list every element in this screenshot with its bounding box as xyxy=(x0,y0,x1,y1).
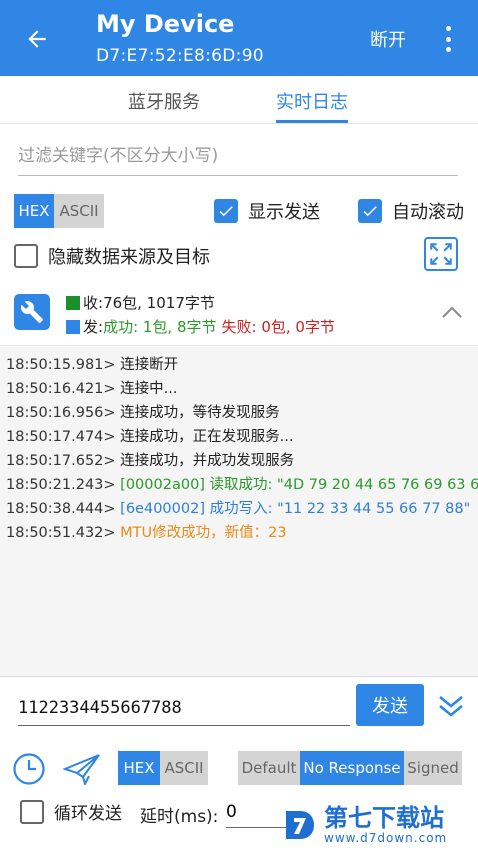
filter-field xyxy=(18,140,458,176)
log-text: [00002a00] 读取成功: "4D 79 20 44 65 76 69 6… xyxy=(120,477,478,493)
log-line: 18:50:16.421> 连接中... xyxy=(6,377,178,398)
clock-icon xyxy=(13,753,45,785)
write-mode-default[interactable]: Default xyxy=(238,751,300,785)
send-data-field xyxy=(18,692,350,726)
log-time: 18:50:17.652> xyxy=(6,453,116,469)
timer-button[interactable] xyxy=(12,752,46,786)
device-address: D7:E7:52:E8:6D:90 xyxy=(96,46,264,66)
log-line: 18:50:17.474> 连接成功，正在发现服务... xyxy=(6,425,294,446)
wrench-icon xyxy=(20,301,43,323)
more-dot-icon xyxy=(445,26,451,31)
send-ascii-option[interactable]: ASCII xyxy=(160,751,208,785)
receive-stats: 收: 76包, 1017字节 xyxy=(66,292,215,313)
log-text: 连接成功，正在发现服务... xyxy=(120,429,294,445)
tools-button[interactable] xyxy=(14,294,50,330)
receive-value: 76包, 1017字节 xyxy=(103,294,215,312)
log-line: 18:50:51.432> MTU修改成功，新值：23 xyxy=(6,521,287,542)
log-text: [6e400002] 成功写入: "11 22 33 44 55 66 77 8… xyxy=(120,501,471,517)
watermark-url: www.d7down.com xyxy=(324,831,448,845)
quick-send-button[interactable] xyxy=(62,752,102,786)
write-mode-toggle: Default No Response Signed xyxy=(238,751,462,785)
send-data-input[interactable] xyxy=(18,692,350,724)
show-send-checkbox[interactable]: 显示发送 xyxy=(214,198,320,224)
loop-send-checkbox[interactable]: 循环发送 xyxy=(20,799,122,824)
receive-label: 收: xyxy=(83,294,104,312)
log-panel[interactable]: 18:50:15.981> 连接断开 18:50:16.421> 连接中... … xyxy=(0,347,478,677)
display-ascii-option[interactable]: ASCII xyxy=(54,194,104,228)
log-time: 18:50:17.474> xyxy=(6,429,116,445)
double-chevron-down-icon xyxy=(439,695,463,717)
log-time: 18:50:16.956> xyxy=(6,405,116,421)
receive-color-swatch xyxy=(66,295,80,310)
checkbox-checked-icon xyxy=(214,199,238,223)
more-dot-icon xyxy=(445,36,451,42)
active-tab-indicator xyxy=(276,120,348,123)
delay-label: 延时(ms): xyxy=(140,807,219,827)
checkbox-checked-icon xyxy=(358,199,382,223)
send-button[interactable]: 发送 xyxy=(356,684,424,726)
send-label: 发: xyxy=(83,318,104,336)
tab-realtime-log[interactable]: 实时日志 xyxy=(276,88,348,114)
send-success-value: 成功: 1包, 8字节 xyxy=(103,318,217,336)
more-dot-icon xyxy=(445,47,451,52)
back-button[interactable] xyxy=(20,22,54,56)
log-text: 连接成功，并成功发现服务 xyxy=(120,453,295,469)
log-time: 18:50:38.444> xyxy=(6,501,116,517)
send-color-swatch xyxy=(66,319,80,334)
device-name: My Device xyxy=(96,10,235,38)
hide-source-checkbox[interactable]: 隐藏数据来源及目标 xyxy=(14,243,210,269)
log-line: 18:50:16.956> 连接成功，等待发现服务 xyxy=(6,401,280,422)
tab-bar: 蓝牙服务 实时日志 xyxy=(0,76,478,124)
write-mode-no-response[interactable]: No Response xyxy=(300,751,404,785)
log-line: 18:50:15.981> 连接断开 xyxy=(6,353,178,374)
disconnect-button[interactable]: 断开 xyxy=(370,26,406,52)
log-line: 18:50:21.243> [00002a00] 读取成功: "4D 79 20… xyxy=(6,473,478,494)
watermark-name: 第七下载站 xyxy=(324,804,444,832)
chevron-up-icon xyxy=(442,306,462,318)
paper-plane-icon xyxy=(63,754,100,785)
arrow-back-icon xyxy=(28,30,46,48)
checkbox-unchecked-icon xyxy=(20,799,44,824)
hide-source-label: 隐藏数据来源及目标 xyxy=(48,247,210,268)
show-send-label: 显示发送 xyxy=(248,202,320,223)
checkbox-unchecked-icon xyxy=(14,244,38,268)
log-line: 18:50:38.444> [6e400002] 成功写入: "11 22 33… xyxy=(6,497,470,518)
write-mode-signed[interactable]: Signed xyxy=(404,751,462,785)
watermark: 第七下载站 www.d7down.com xyxy=(282,800,478,850)
log-text: 连接成功，等待发现服务 xyxy=(120,405,280,421)
auto-scroll-label: 自动滚动 xyxy=(392,202,464,223)
log-time: 18:50:21.243> xyxy=(6,477,116,493)
display-hex-option[interactable]: HEX xyxy=(14,194,54,228)
log-text: MTU修改成功，新值：23 xyxy=(120,525,287,541)
delay-input[interactable] xyxy=(226,798,286,826)
stats-panel: 收: 76包, 1017字节 发: 成功: 1包, 8字节 失败: 0包, 0字… xyxy=(0,284,478,346)
app-bar: My Device D7:E7:52:E8:6D:90 断开 xyxy=(0,0,478,76)
auto-scroll-checkbox[interactable]: 自动滚动 xyxy=(358,198,464,224)
expand-history-button[interactable] xyxy=(436,690,466,720)
send-fail-value: 失败: 0包, 0字节 xyxy=(221,318,335,336)
log-time: 18:50:16.421> xyxy=(6,381,116,397)
delay-field xyxy=(226,798,286,828)
display-format-toggle: HEX ASCII xyxy=(14,194,104,228)
send-format-toggle: HEX ASCII xyxy=(118,751,208,785)
fullscreen-button[interactable] xyxy=(424,237,458,271)
log-text: 连接断开 xyxy=(120,357,179,373)
fullscreen-icon xyxy=(430,243,452,265)
send-hex-option[interactable]: HEX xyxy=(118,751,160,785)
log-text: 连接中... xyxy=(120,381,178,397)
log-time: 18:50:15.981> xyxy=(6,357,116,373)
tab-bluetooth-services[interactable]: 蓝牙服务 xyxy=(128,88,200,114)
loop-send-label: 循环发送 xyxy=(54,804,122,824)
log-time: 18:50:51.432> xyxy=(6,525,116,541)
more-options-button[interactable] xyxy=(438,22,458,56)
filter-input[interactable] xyxy=(18,140,458,172)
collapse-button[interactable] xyxy=(440,302,464,322)
log-line: 18:50:17.652> 连接成功，并成功发现服务 xyxy=(6,449,294,470)
send-stats: 发: 成功: 1包, 8字节 失败: 0包, 0字节 xyxy=(66,316,335,337)
d7down-logo-icon xyxy=(286,811,314,839)
